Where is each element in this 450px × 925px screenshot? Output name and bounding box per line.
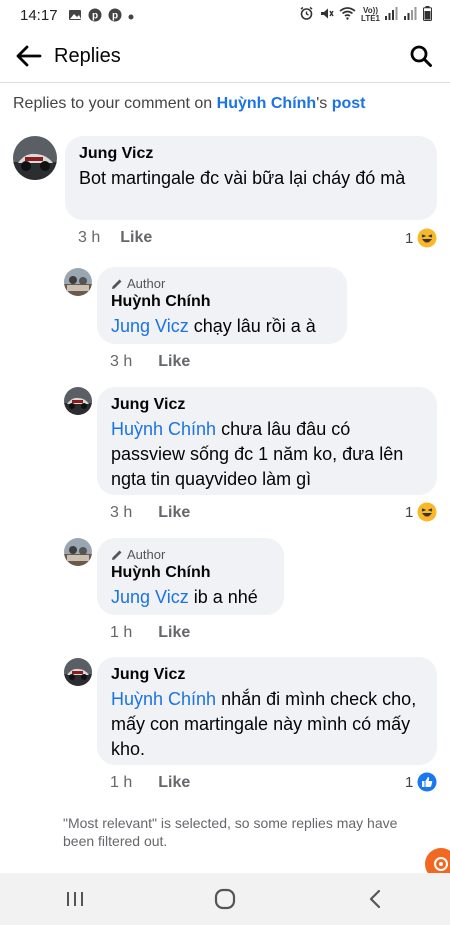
app-header: Replies xyxy=(0,30,450,82)
comment-meta: 3 h Like xyxy=(110,504,190,522)
mention-link[interactable]: Huỳnh Chính xyxy=(111,689,216,709)
pencil-icon xyxy=(112,279,122,289)
like-button[interactable]: Like xyxy=(120,229,152,247)
commenter-name[interactable]: Huỳnh Chính xyxy=(111,293,333,311)
avatar[interactable] xyxy=(13,136,57,180)
comment-bubble[interactable]: Jung Vicz Huỳnh Chính nhắn đi mình check… xyxy=(97,657,437,765)
comment-body: chạy lâu rồi a à xyxy=(188,316,316,336)
pinterest-icon: p xyxy=(108,8,122,22)
home-button[interactable] xyxy=(195,879,255,919)
context-prefix: Replies to your comment on xyxy=(13,95,217,112)
notification-dot-icon xyxy=(128,7,134,24)
comment-body: ib a nhé xyxy=(188,587,258,607)
status-bar: 14:17 p p Vo)) LTE1 xyxy=(0,0,450,30)
comment-text: Bot martingale đc vài bữa lại cháy đó mà xyxy=(79,168,406,188)
comment-text: Huỳnh Chính nhắn đi mình check cho, mấy … xyxy=(111,687,423,762)
like-button[interactable]: Like xyxy=(158,774,190,792)
comment-bubble[interactable]: Author Huỳnh Chính Jung Vicz ib a nhé xyxy=(97,538,284,615)
back-button[interactable] xyxy=(14,41,44,71)
author-badge: Author xyxy=(111,276,333,291)
context-line: Replies to your comment on Huỳnh Chính's… xyxy=(13,95,365,113)
nav-back-button[interactable] xyxy=(345,879,405,919)
comment-bubble[interactable]: Author Huỳnh Chính Jung Vicz chạy lâu rồ… xyxy=(97,267,347,344)
author-badge-label: Author xyxy=(127,276,166,291)
filter-note: "Most relevant" is selected, so some rep… xyxy=(63,815,398,849)
reaction-summary[interactable]: 1 xyxy=(405,772,437,792)
avatar[interactable] xyxy=(64,268,92,296)
alarm-icon xyxy=(299,6,314,25)
mention-link[interactable]: Jung Vicz xyxy=(111,316,189,336)
avatar[interactable] xyxy=(64,538,92,566)
avatar[interactable] xyxy=(64,387,92,415)
network-label-bottom: LTE1 xyxy=(361,14,380,23)
page-title: Replies xyxy=(54,44,121,67)
commenter-name[interactable]: Jung Vicz xyxy=(111,396,423,414)
like-button[interactable]: Like xyxy=(158,353,190,371)
wifi-icon xyxy=(339,6,356,24)
context-author-link[interactable]: Huỳnh Chính xyxy=(217,95,317,112)
mention-link[interactable]: Huỳnh Chính xyxy=(111,419,216,439)
comment-bubble[interactable]: Jung Vicz Bot martingale đc vài bữa lại … xyxy=(65,136,437,220)
comment-time: 1 h xyxy=(110,774,133,791)
avatar[interactable] xyxy=(64,658,92,686)
gallery-icon xyxy=(68,8,82,22)
back-arrow-icon xyxy=(16,45,42,67)
search-icon xyxy=(410,45,432,67)
commenter-name[interactable]: Jung Vicz xyxy=(79,145,423,163)
author-badge-label: Author xyxy=(127,547,166,562)
chat-bubble-icon xyxy=(434,857,448,871)
commenter-name[interactable]: Huỳnh Chính xyxy=(111,564,270,582)
mention-link[interactable]: Jung Vicz xyxy=(111,587,189,607)
comment-text: Jung Vicz chạy lâu rồi a à xyxy=(111,314,333,339)
system-nav-bar xyxy=(0,873,450,925)
signal-icon xyxy=(385,6,399,24)
pinterest-icon: p xyxy=(88,8,102,22)
comment-meta: 1 h Like xyxy=(110,774,190,792)
mute-icon xyxy=(319,6,334,25)
comment-meta: 3 h Like xyxy=(78,229,152,247)
comment-text: Huỳnh Chính chưa lâu đâu có passview sốn… xyxy=(111,417,423,492)
pencil-icon xyxy=(112,550,122,560)
like-icon xyxy=(417,772,437,792)
haha-icon xyxy=(417,502,437,522)
comment-time: 1 h xyxy=(110,624,133,641)
signal-icon xyxy=(404,6,418,24)
comment-meta: 1 h Like xyxy=(110,624,190,642)
like-button[interactable]: Like xyxy=(158,504,190,522)
comment-time: 3 h xyxy=(78,229,101,246)
reaction-count: 1 xyxy=(405,503,414,521)
battery-icon xyxy=(423,5,432,25)
status-time: 14:17 xyxy=(20,6,58,24)
network-label: Vo)) LTE1 xyxy=(361,7,380,23)
author-badge: Author xyxy=(111,547,270,562)
recent-apps-button[interactable] xyxy=(45,879,105,919)
recent-apps-icon xyxy=(67,892,83,906)
reaction-count: 1 xyxy=(405,229,414,247)
like-button[interactable]: Like xyxy=(158,624,190,642)
home-icon xyxy=(214,888,236,910)
svg-text:p: p xyxy=(111,11,117,22)
search-button[interactable] xyxy=(406,41,436,71)
comment-bubble[interactable]: Jung Vicz Huỳnh Chính chưa lâu đâu có pa… xyxy=(97,387,437,495)
comment-meta: 3 h Like xyxy=(110,353,190,371)
reaction-count: 1 xyxy=(405,773,414,791)
header-divider xyxy=(0,82,450,83)
comment-text: Jung Vicz ib a nhé xyxy=(111,585,270,610)
svg-text:p: p xyxy=(91,11,97,22)
context-possessive: 's xyxy=(316,95,332,112)
context-post-link[interactable]: post xyxy=(332,95,366,112)
haha-icon xyxy=(417,228,437,248)
comment-time: 3 h xyxy=(110,353,133,370)
reaction-summary[interactable]: 1 xyxy=(405,502,437,522)
commenter-name[interactable]: Jung Vicz xyxy=(111,666,423,684)
chevron-left-icon xyxy=(369,889,381,909)
reaction-summary[interactable]: 1 xyxy=(405,228,437,248)
comment-time: 3 h xyxy=(110,504,133,521)
